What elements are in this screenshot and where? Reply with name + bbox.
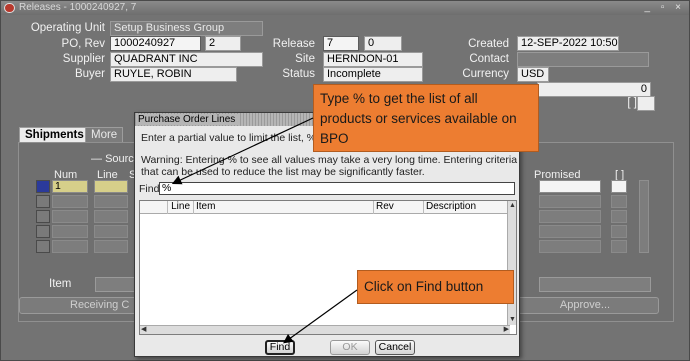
arrow-to-find-button [283, 289, 358, 344]
arrow-to-find-input [171, 117, 314, 185]
callout-arrows [171, 117, 358, 344]
